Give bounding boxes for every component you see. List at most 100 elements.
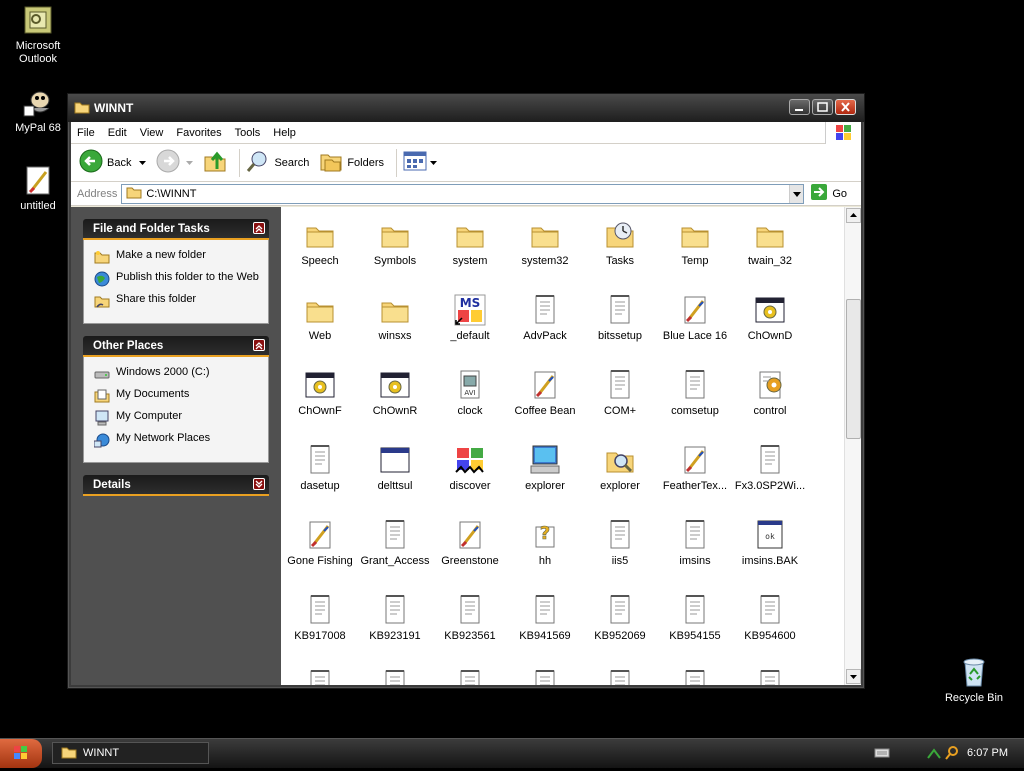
vertical-scrollbar[interactable]	[844, 207, 861, 685]
start-button[interactable]	[0, 739, 42, 768]
file-item[interactable]: KB923561	[431, 594, 509, 642]
menu-help[interactable]: Help	[273, 127, 296, 139]
publish-folder-link[interactable]: Publish this folder to the Web	[94, 271, 260, 287]
scroll-up-button[interactable]	[846, 208, 861, 223]
file-item[interactable]: COM+	[581, 369, 659, 417]
views-button[interactable]	[401, 148, 439, 178]
file-item[interactable]: explorer	[506, 444, 584, 492]
share-folder-link[interactable]: Share this folder	[94, 293, 260, 309]
title-bar[interactable]: WINNT	[68, 94, 864, 122]
file-item[interactable]: Web	[281, 294, 359, 342]
close-button[interactable]	[835, 99, 856, 115]
collapse-icon[interactable]	[253, 339, 265, 351]
file-item[interactable]: system32	[506, 219, 584, 267]
file-item[interactable]: Tasks	[581, 219, 659, 267]
file-item[interactable]: Grant_Access	[356, 519, 434, 567]
file-item[interactable]: Symbols	[356, 219, 434, 267]
file-item[interactable]	[656, 669, 734, 685]
file-item[interactable]: Speech	[281, 219, 359, 267]
file-item[interactable]: MS _default	[431, 294, 509, 342]
file-name: system32	[521, 255, 569, 267]
search-tray-icon[interactable]	[944, 745, 960, 764]
other-place-my-network-places[interactable]: My Network Places	[93, 432, 260, 448]
file-item[interactable]: iis5	[581, 519, 659, 567]
keyboard-icon[interactable]	[874, 747, 890, 762]
file-item[interactable]: KB941569	[506, 594, 584, 642]
file-item[interactable]: comsetup	[656, 369, 734, 417]
file-item[interactable]: ChOwnR	[356, 369, 434, 417]
file-item[interactable]: control	[731, 369, 809, 417]
other-place-drive-c[interactable]: Windows 2000 (C:)	[94, 366, 260, 382]
file-item[interactable]	[356, 669, 434, 685]
desktop-icon-outlook[interactable]: Microsoft Outlook	[0, 4, 76, 66]
back-button[interactable]: Back	[77, 148, 148, 178]
forward-button[interactable]	[154, 148, 195, 178]
file-item[interactable]: dasetup	[281, 444, 359, 492]
menu-file[interactable]: File	[77, 127, 95, 139]
other-place-my-documents[interactable]: My Documents	[94, 388, 260, 404]
make-new-folder-link[interactable]: Make a new folder	[94, 249, 260, 265]
my-computer-icon	[94, 410, 110, 426]
scrollbar-thumb[interactable]	[846, 299, 861, 439]
file-item[interactable]: delttsul	[356, 444, 434, 492]
address-input[interactable]: C:\WINNT	[121, 183, 805, 204]
panel-header[interactable]: Other Places	[83, 336, 269, 357]
menu-favorites[interactable]: Favorites	[176, 127, 221, 139]
menu-view[interactable]: View	[140, 127, 164, 139]
file-item[interactable]: Coffee Bean	[506, 369, 584, 417]
file-item[interactable]: Fx3.0SP2Wi...	[731, 444, 809, 492]
chevron-down-icon[interactable]	[430, 157, 438, 169]
file-item[interactable]: AVI clock	[431, 369, 509, 417]
file-item[interactable]: system	[431, 219, 509, 267]
file-item[interactable]: discover	[431, 444, 509, 492]
network-tray-icon[interactable]	[926, 746, 942, 763]
desktop-icon-recycle-bin[interactable]: Recycle Bin	[936, 656, 1012, 705]
other-place-my-computer[interactable]: My Computer	[94, 410, 260, 426]
go-button[interactable]: Go	[810, 183, 847, 204]
file-item[interactable]: KB923191	[356, 594, 434, 642]
file-item[interactable]: Blue Lace 16	[656, 294, 734, 342]
collapse-icon[interactable]	[253, 222, 265, 234]
address-dropdown-button[interactable]	[789, 184, 804, 203]
file-item[interactable]	[731, 669, 809, 685]
menu-edit[interactable]: Edit	[108, 127, 127, 139]
file-item[interactable]: Greenstone	[431, 519, 509, 567]
expand-icon[interactable]	[253, 478, 265, 490]
file-item[interactable]: Gone Fishing	[281, 519, 359, 567]
file-item[interactable]	[506, 669, 584, 685]
file-item[interactable]: winsxs	[356, 294, 434, 342]
file-item[interactable]	[431, 669, 509, 685]
chevron-down-icon[interactable]	[139, 157, 147, 169]
file-item[interactable]: explorer	[581, 444, 659, 492]
file-item[interactable]: imsins	[656, 519, 734, 567]
chevron-down-icon[interactable]	[186, 157, 194, 169]
file-item[interactable]: FeatherTex...	[656, 444, 734, 492]
file-item[interactable]	[281, 669, 359, 685]
panel-header[interactable]: Details	[83, 475, 269, 496]
file-item[interactable]: bitssetup	[581, 294, 659, 342]
up-folder-button[interactable]	[201, 148, 229, 178]
file-item[interactable]: ok imsins.BAK	[731, 519, 809, 567]
file-item[interactable]: KB954600	[731, 594, 809, 642]
taskbar-item-winnt[interactable]: WINNT	[52, 742, 209, 764]
clock[interactable]: 6:07 PM	[967, 747, 1008, 759]
file-item[interactable]: KB954155	[656, 594, 734, 642]
file-item[interactable]: ? hh	[506, 519, 584, 567]
file-item[interactable]	[581, 669, 659, 685]
file-item[interactable]: AdvPack	[506, 294, 584, 342]
file-item[interactable]: KB917008	[281, 594, 359, 642]
menu-tools[interactable]: Tools	[235, 127, 261, 139]
panel-header[interactable]: File and Folder Tasks	[83, 219, 269, 240]
file-item[interactable]: KB952069	[581, 594, 659, 642]
minimize-button[interactable]	[789, 99, 810, 115]
file-item[interactable]: ChOwnD	[731, 294, 809, 342]
desktop-icon-untitled[interactable]: untitled	[0, 164, 76, 213]
file-item[interactable]: twain_32	[731, 219, 809, 267]
scroll-down-button[interactable]	[846, 669, 861, 684]
file-item[interactable]: Temp	[656, 219, 734, 267]
file-item[interactable]: ChOwnF	[281, 369, 359, 417]
desktop-icon-mypal[interactable]: MyPal 68	[0, 86, 76, 135]
maximize-button[interactable]	[812, 99, 833, 115]
folders-button[interactable]: Folders	[317, 148, 386, 178]
search-button[interactable]: Search	[244, 148, 311, 178]
